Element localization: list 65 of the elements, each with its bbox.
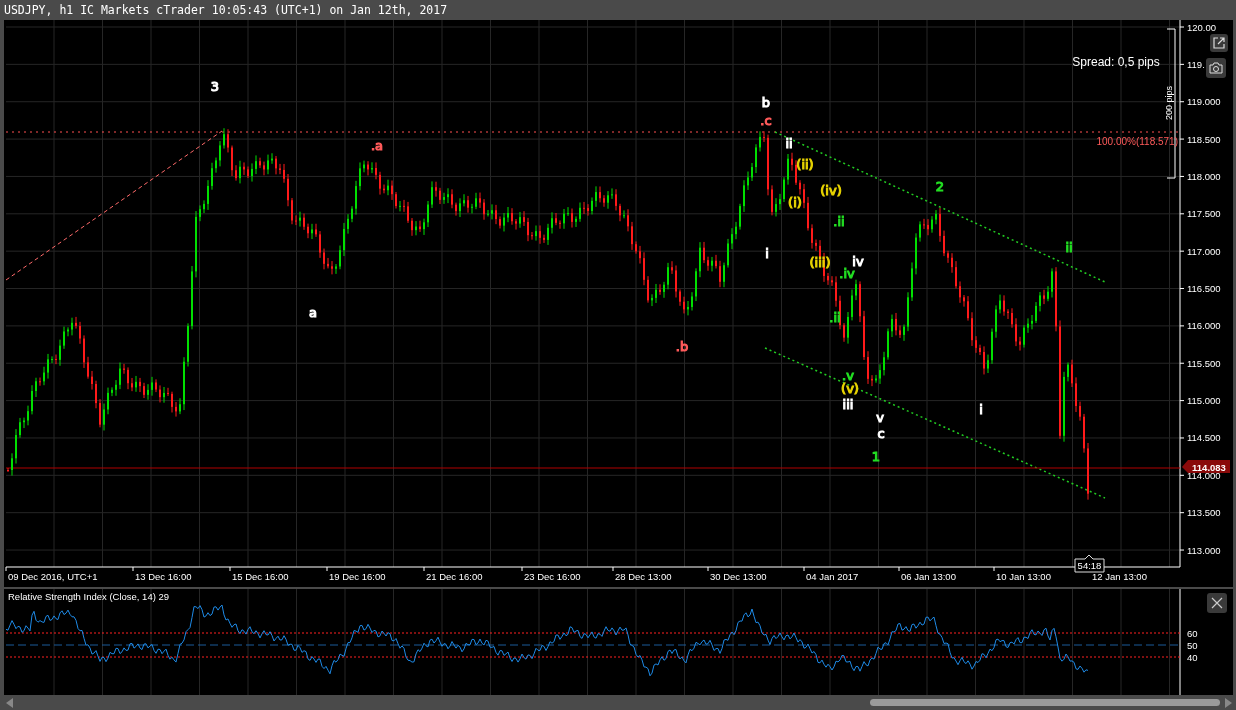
price-label: 117.500 xyxy=(1187,208,1221,220)
time-label: 15 Dec 16:00 xyxy=(232,571,289,582)
price-label: 113.500 xyxy=(1187,507,1221,519)
price-label: 118.000 xyxy=(1187,170,1221,182)
level-label: 50 xyxy=(1187,640,1198,651)
time-label: 06 Jan 13:00 xyxy=(901,571,956,582)
wave-label: (iv) xyxy=(820,183,842,198)
price-label: 116.500 xyxy=(1187,283,1221,294)
wave-label: .v xyxy=(842,368,854,383)
wave-label: (i) xyxy=(788,195,802,210)
wave-label: 2 xyxy=(935,179,945,194)
price-label: 118.500 xyxy=(1187,133,1221,145)
wave-label: v xyxy=(876,410,884,425)
scrollbar-thumb[interactable] xyxy=(870,699,1220,706)
time-label: 12 Jan 13:00 xyxy=(1092,571,1147,582)
wave-label: .c xyxy=(760,113,772,128)
wave-label: .b xyxy=(675,339,689,354)
bar-timer: 54:18 xyxy=(1074,554,1105,573)
time-label: 09 Dec 2016, UTC+1 xyxy=(8,571,98,582)
price-label: 119.000 xyxy=(1187,96,1221,108)
time-label: 21 Dec 16:00 xyxy=(426,571,483,582)
time-label: 23 Dec 16:00 xyxy=(524,571,581,582)
wave-label: ii xyxy=(1065,240,1073,255)
indicator-title: Relative Strength Index (Close, 14) 29 xyxy=(8,591,170,602)
price-label: 120.00 xyxy=(1187,21,1217,33)
scroll-right-icon[interactable] xyxy=(1225,698,1233,708)
time-label: 19 Dec 16:00 xyxy=(329,571,386,582)
time-label: 13 Dec 16:00 xyxy=(135,571,192,582)
price-label: 113.000 xyxy=(1187,544,1221,556)
time-label: 28 Dec 13:00 xyxy=(615,571,672,582)
close-icon[interactable] xyxy=(1207,593,1227,613)
camera-icon[interactable] xyxy=(1206,58,1226,78)
price-label: 114.500 xyxy=(1187,432,1221,444)
time-label: 04 Jan 2017 xyxy=(806,571,859,582)
wave-label: c xyxy=(877,426,885,441)
spread-label: Spread: 0,5 pips xyxy=(1072,55,1160,69)
price-label: 115.000 xyxy=(1187,395,1221,407)
level-label: 40 xyxy=(1187,652,1198,663)
popout-icon[interactable] xyxy=(1210,34,1228,52)
wave-label: i xyxy=(765,246,769,261)
wave-label: .a xyxy=(370,138,384,153)
range-label: 200 pips xyxy=(1164,86,1174,120)
wave-label: a xyxy=(309,305,317,320)
wave-label: ii xyxy=(785,136,793,151)
window-title: USDJPY, h1 IC Markets cTrader 10:05:43 (UTC+1) on Jan 12th, 2017 xyxy=(4,3,448,17)
price-tag: 114.083 xyxy=(1182,460,1230,473)
wave-label: iii xyxy=(842,397,854,412)
price-label: 119. xyxy=(1187,58,1205,70)
wave-label: b xyxy=(761,95,771,110)
price-label: 116.000 xyxy=(1187,320,1221,332)
wave-label: (ii) xyxy=(796,157,814,172)
time-label: 10 Jan 13:00 xyxy=(996,571,1051,582)
wave-label: 3 xyxy=(210,79,220,94)
wave-label: i xyxy=(979,402,983,417)
wave-label: .iv xyxy=(839,266,855,281)
level-label: 60 xyxy=(1187,628,1198,639)
level-label: 100.00%(118.571) xyxy=(1096,136,1178,147)
scroll-left-icon[interactable] xyxy=(6,698,14,708)
price-label: 115.500 xyxy=(1187,357,1221,369)
wave-label: .ii xyxy=(833,214,845,229)
price-label: 117.000 xyxy=(1187,245,1221,257)
wave-label: iv xyxy=(852,254,864,269)
wave-label: (v) xyxy=(841,381,859,396)
wave-label: 1 xyxy=(871,449,881,464)
time-label: 30 Dec 13:00 xyxy=(710,571,767,582)
